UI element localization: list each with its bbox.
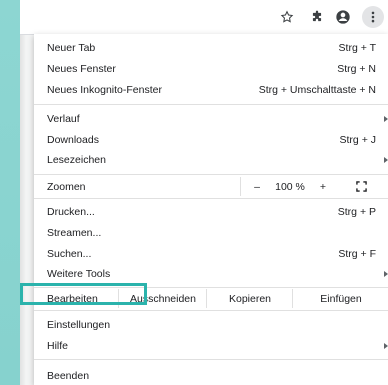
menu-item-help[interactable]: Hilfe: [34, 336, 388, 355]
menu-item-label: Einstellungen: [47, 318, 111, 331]
zoom-value: 100 %: [275, 180, 305, 193]
browser-toolbar: [20, 0, 388, 35]
more-vert-icon[interactable]: [362, 6, 384, 28]
menu-item-zoom: Zoomen – 100 % +: [34, 177, 388, 196]
menu-divider: [34, 198, 388, 199]
copy-button[interactable]: Kopieren: [206, 289, 293, 308]
menu-item-new-window[interactable]: Neues Fenster Strg + N: [34, 59, 388, 78]
menu-divider: [34, 359, 388, 360]
menu-item-downloads[interactable]: Downloads Strg + J: [34, 130, 388, 149]
submenu-arrow-icon: [384, 342, 388, 349]
menu-item-cast[interactable]: Streamen...: [34, 223, 388, 242]
chrome-main-menu: Neuer Tab Strg + T Neues Fenster Strg + …: [34, 34, 388, 385]
zoom-label: Zoomen: [47, 180, 86, 193]
menu-item-exit[interactable]: Beenden: [34, 366, 388, 385]
settings-highlight-box: [20, 283, 147, 305]
menu-item-shortcut: Strg + Umschalttaste + N: [258, 83, 376, 96]
menu-item-print[interactable]: Drucken... Strg + P: [34, 202, 388, 221]
menu-item-shortcut: Strg + N: [337, 62, 376, 75]
paste-button[interactable]: Einfügen: [292, 289, 388, 308]
menu-item-label: Neues Inkognito-Fenster: [47, 83, 162, 96]
zoom-separator: [240, 177, 241, 196]
submenu-arrow-icon: [384, 156, 388, 163]
menu-item-label: Beenden: [47, 369, 90, 382]
menu-item-find[interactable]: Suchen... Strg + F: [34, 244, 388, 263]
menu-item-label: Lesezeichen: [47, 153, 106, 166]
side-panel: [0, 0, 20, 385]
zoom-in-button[interactable]: +: [314, 177, 332, 196]
menu-item-label: Hilfe: [47, 339, 69, 352]
side-panel-shadow: [20, 0, 26, 385]
menu-divider: [34, 174, 388, 175]
menu-item-more-tools[interactable]: Weitere Tools: [34, 264, 388, 283]
menu-item-label: Suchen...: [47, 247, 92, 260]
fullscreen-icon[interactable]: [346, 177, 376, 196]
menu-divider: [34, 310, 388, 311]
menu-item-history[interactable]: Verlauf: [34, 109, 388, 128]
menu-item-label: Neuer Tab: [47, 41, 96, 54]
menu-item-label: Neues Fenster: [47, 62, 116, 75]
menu-item-shortcut: Strg + T: [338, 41, 376, 54]
profile-icon[interactable]: [334, 8, 352, 26]
menu-divider: [34, 104, 388, 105]
menu-item-new-tab[interactable]: Neuer Tab Strg + T: [34, 38, 388, 57]
menu-item-settings[interactable]: Einstellungen: [34, 315, 388, 334]
menu-item-incognito-window[interactable]: Neues Inkognito-Fenster Strg + Umschaltt…: [34, 80, 388, 99]
submenu-arrow-icon: [384, 115, 388, 122]
submenu-arrow-icon: [384, 270, 388, 277]
menu-item-label: Verlauf: [47, 112, 80, 125]
menu-item-label: Downloads: [47, 133, 99, 146]
star-icon[interactable]: [278, 8, 296, 26]
menu-item-shortcut: Strg + J: [339, 133, 376, 146]
menu-item-shortcut: Strg + P: [337, 205, 376, 218]
menu-item-label: Drucken...: [47, 205, 95, 218]
menu-item-shortcut: Strg + F: [338, 247, 376, 260]
zoom-out-button[interactable]: –: [248, 177, 266, 196]
menu-item-bookmarks[interactable]: Lesezeichen: [34, 150, 388, 169]
extension-icon[interactable]: [308, 8, 326, 26]
menu-item-label: Weitere Tools: [47, 267, 111, 280]
menu-item-label: Streamen...: [47, 226, 102, 239]
